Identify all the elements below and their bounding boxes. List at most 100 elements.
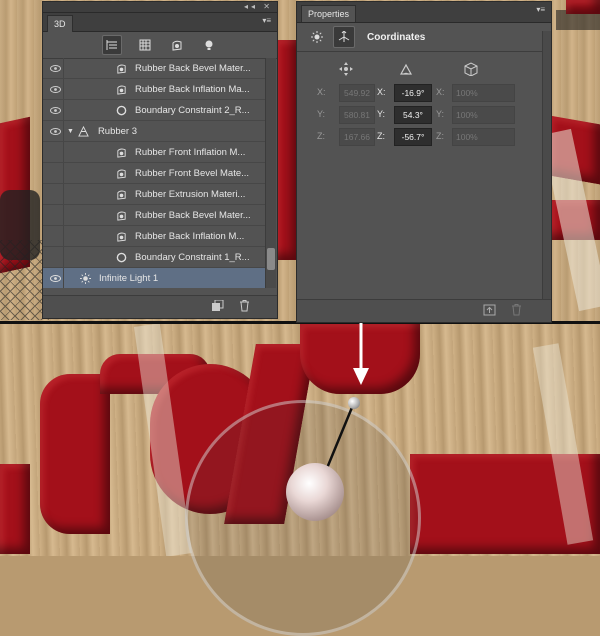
axis-label: X: — [436, 87, 445, 97]
axis-label: Z: — [377, 131, 385, 141]
panel-3d-footer — [43, 295, 277, 318]
axis-label: Y: — [317, 109, 326, 119]
visibility-off-slot[interactable] — [47, 142, 64, 162]
list-item[interactable]: Boundary Constraint 2_R... — [43, 100, 265, 121]
panel-tabbar: 3D ▾≡ — [43, 13, 277, 32]
rotation-x-field[interactable]: -16.9° — [394, 84, 432, 102]
visibility-off-slot[interactable] — [47, 205, 64, 225]
panel-tabbar: Properties ▾≡ — [297, 2, 551, 23]
material-icon — [115, 209, 127, 221]
coordinate-row-y: Y: 580.81 Y: 54.3° Y: 100% — [297, 106, 537, 124]
list-item-label: Rubber Back Inflation M... — [135, 230, 245, 242]
material-icon — [115, 62, 127, 74]
list-item[interactable]: Boundary Constraint 1_R... — [43, 247, 265, 268]
list-item-label: Rubber Back Bevel Mater... — [135, 209, 251, 221]
light-icon — [79, 272, 91, 284]
visibility-eye-icon[interactable] — [47, 100, 64, 120]
filter-toolbar — [43, 32, 277, 59]
position-y-field: 580.81 — [339, 106, 375, 124]
properties-scrollbar[interactable] — [542, 31, 551, 299]
rotate-icon — [399, 62, 413, 79]
visibility-off-slot[interactable] — [47, 184, 64, 204]
position-z-field: 167.66 — [339, 128, 375, 146]
list-item-label: Rubber 3 — [97, 125, 138, 137]
list-item[interactable]: Rubber Back Inflation M... — [43, 226, 265, 247]
constraint-icon — [115, 251, 127, 263]
lights-icon[interactable] — [200, 36, 218, 54]
visibility-eye-icon[interactable] — [47, 58, 64, 78]
properties-footer — [297, 299, 551, 322]
scrollbar-thumb[interactable] — [267, 248, 275, 270]
material-icon — [115, 146, 127, 158]
scale-icon — [463, 62, 481, 79]
coordinates-icon[interactable] — [333, 26, 355, 48]
light-direction-handle[interactable] — [348, 397, 360, 409]
list-item-label: Rubber Back Bevel Mater... — [135, 62, 251, 74]
properties-header: Coordinates — [297, 23, 551, 52]
list-item-label: Rubber Front Bevel Mate... — [135, 167, 250, 179]
constraint-icon — [115, 104, 127, 116]
material-icon — [115, 230, 127, 242]
list-item[interactable]: Rubber Extrusion Materi... — [43, 184, 265, 205]
section-title: Coordinates — [367, 31, 426, 43]
axis-label: Z: — [436, 131, 444, 141]
coordinate-row-z: Z: 167.66 Z: -56.7° Z: 100% — [297, 128, 537, 146]
visibility-off-slot[interactable] — [47, 163, 64, 183]
coordinate-row-x: X: 549.92 X: -16.9° X: 100% — [297, 84, 537, 102]
trash-icon[interactable] — [239, 300, 250, 315]
list-item[interactable]: Rubber Back Bevel Mater... — [43, 58, 265, 79]
list-item[interactable]: Rubber Back Bevel Mater... — [43, 205, 265, 226]
list-item-label: Boundary Constraint 2_R... — [135, 104, 250, 116]
axis-label: Y: — [377, 109, 386, 119]
axis-label: Z: — [317, 131, 325, 141]
mesh-icon[interactable] — [136, 36, 154, 54]
axis-label: X: — [317, 87, 326, 97]
material-icon — [115, 167, 127, 179]
visibility-eye-icon[interactable] — [47, 268, 64, 288]
collapse-close-icons[interactable]: ◂◂ ✕ — [244, 2, 273, 12]
panel-collapse-strip[interactable]: ◂◂ ✕ — [43, 2, 277, 13]
panel-menu-icon[interactable]: ▾≡ — [262, 16, 271, 25]
panel-menu-icon[interactable]: ▾≡ — [536, 5, 545, 14]
tab-3d[interactable]: 3D — [47, 15, 73, 32]
tab-properties[interactable]: Properties — [301, 5, 357, 22]
layer-list-scrollbar[interactable] — [265, 58, 276, 288]
list-item-label: Rubber Front Inflation M... — [135, 146, 246, 158]
list-item-label: Rubber Back Inflation Ma... — [135, 83, 250, 95]
materials-icon[interactable] — [168, 36, 186, 54]
infinite-light-widget[interactable] — [286, 463, 344, 521]
trash-icon[interactable] — [511, 304, 522, 319]
position-x-field: 549.92 — [339, 84, 375, 102]
material-icon — [115, 188, 127, 200]
panel-3d: ◂◂ ✕ 3D ▾≡ Rubber Back Bevel Mater... Ru… — [42, 1, 278, 319]
coordinate-column-icons — [297, 62, 551, 82]
scene-layer-list: Rubber Back Bevel Mater... Rubber Back I… — [43, 58, 265, 288]
expand-triangle-icon[interactable]: ▼ — [67, 128, 74, 135]
new-object-icon[interactable] — [211, 299, 225, 315]
visibility-eye-icon[interactable] — [47, 121, 64, 141]
scene-icon[interactable] — [102, 35, 122, 55]
list-item-label: Infinite Light 1 — [99, 272, 159, 284]
list-item-selected[interactable]: Infinite Light 1 — [43, 268, 265, 288]
visibility-off-slot[interactable] — [47, 247, 64, 267]
list-item-label: Rubber Extrusion Materi... — [135, 188, 246, 200]
list-item-label: Boundary Constraint 1_R... — [135, 251, 250, 263]
move-icon — [339, 62, 353, 79]
rotation-z-field[interactable]: -56.7° — [394, 128, 432, 146]
scale-y-field: 100% — [452, 106, 515, 124]
light-icon[interactable] — [307, 27, 327, 47]
visibility-off-slot[interactable] — [47, 226, 64, 246]
scale-x-field: 100% — [452, 84, 515, 102]
visibility-eye-icon[interactable] — [47, 79, 64, 99]
list-item[interactable]: Rubber Front Bevel Mate... — [43, 163, 265, 184]
mesh-icon — [78, 125, 90, 137]
list-item[interactable]: ▼ Rubber 3 — [43, 121, 265, 142]
material-icon — [115, 83, 127, 95]
list-item[interactable]: Rubber Back Inflation Ma... — [43, 79, 265, 100]
list-item[interactable]: Rubber Front Inflation M... — [43, 142, 265, 163]
rotation-y-field[interactable]: 54.3° — [394, 106, 432, 124]
axis-label: X: — [377, 87, 386, 97]
panel-properties: Properties ▾≡ Coordinates X: 549.92 X: -… — [296, 1, 552, 323]
axis-label: Y: — [436, 109, 445, 119]
reset-coordinates-icon[interactable] — [483, 304, 496, 319]
